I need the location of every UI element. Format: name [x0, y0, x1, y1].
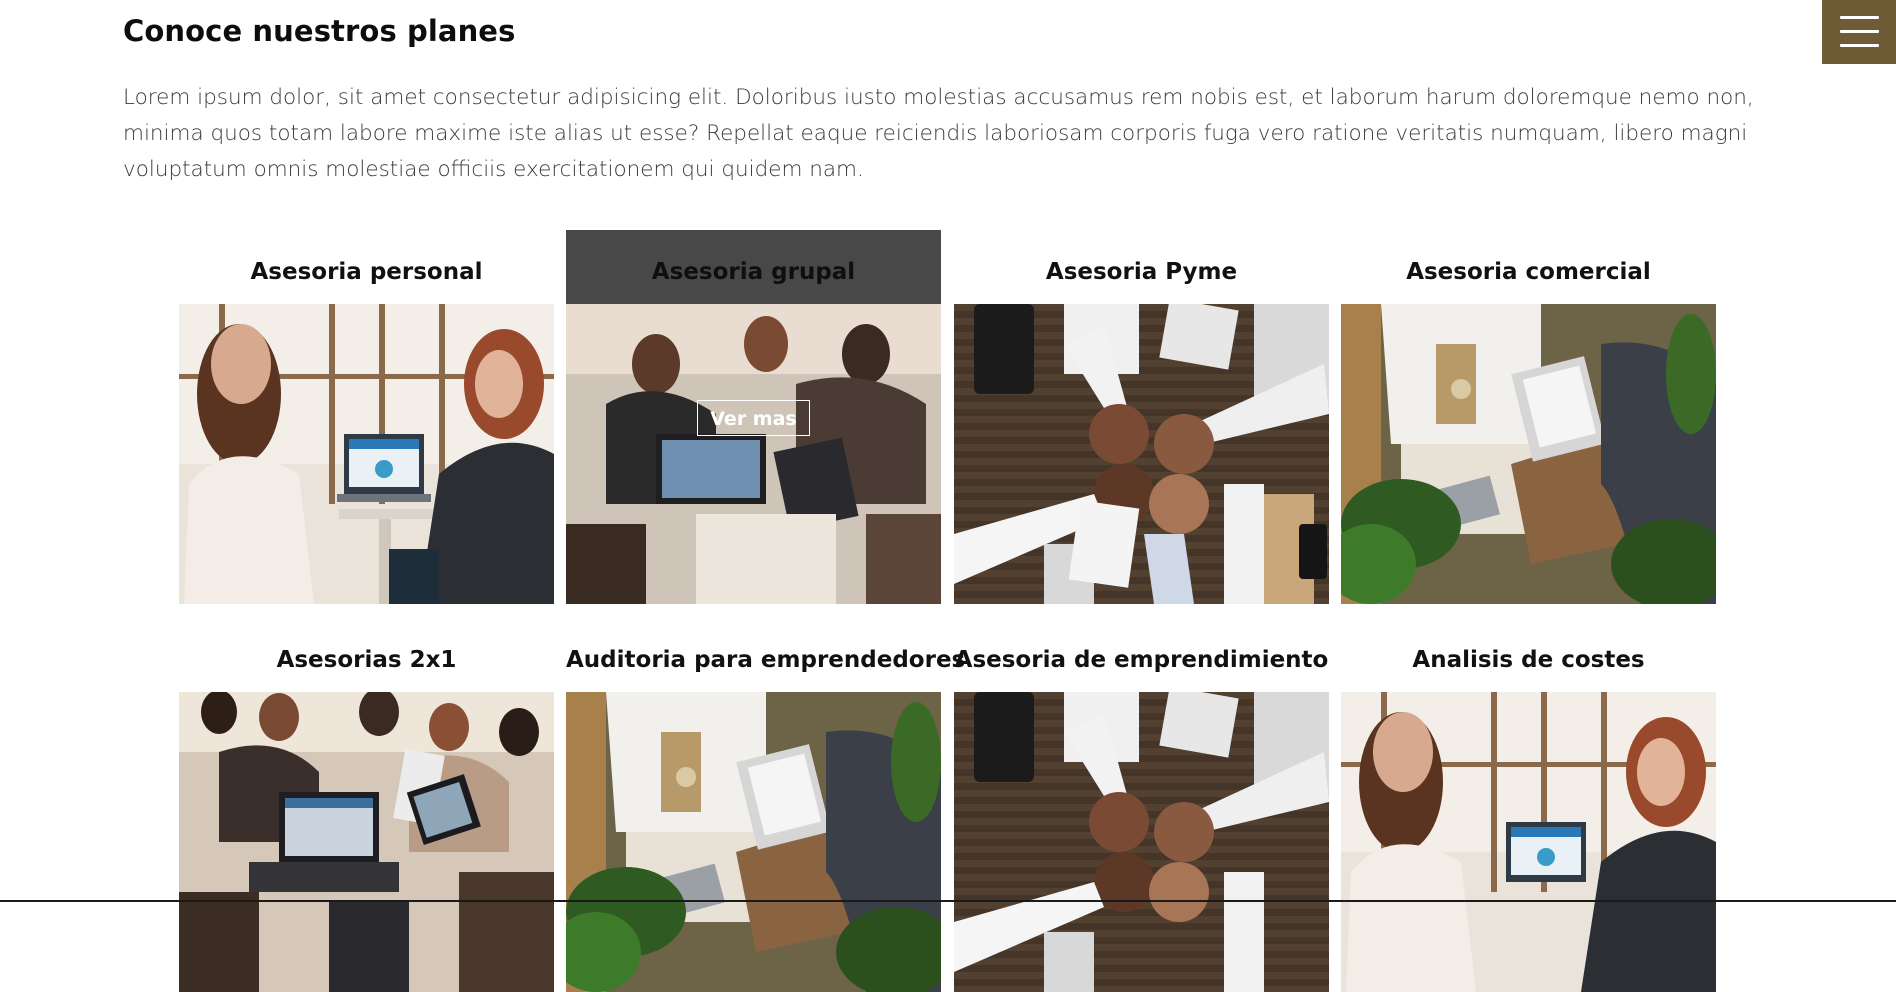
plan-title: Asesoria de emprendimiento: [954, 647, 1329, 673]
menu-button[interactable]: [1822, 0, 1896, 64]
plan-card[interactable]: Asesoria comercial: [1341, 230, 1716, 604]
two-women-laptop-photo: [1341, 692, 1716, 992]
group-laptops-photo: [566, 304, 941, 604]
plan-title: Analisis de costes: [1412, 647, 1645, 673]
plan-title: Asesoria comercial: [1406, 259, 1651, 285]
section-intro: Lorem ipsum dolor, sit amet consectetur …: [123, 85, 1754, 182]
fist-bump-desk-photo: [954, 304, 1329, 604]
plan-card[interactable]: Analisis de costes: [1341, 618, 1716, 992]
plan-card[interactable]: Asesoria Pyme: [954, 230, 1329, 604]
section-title: Conoce nuestros planes: [123, 14, 516, 48]
plan-card[interactable]: Auditoria para emprendedores: [566, 618, 966, 992]
plan-title: Asesoria personal: [250, 259, 483, 285]
plan-card[interactable]: Asesoria personal: [179, 230, 554, 604]
plan-card[interactable]: Asesoria grupal Ver mas: [566, 230, 941, 604]
plan-title: Asesoria Pyme: [1045, 259, 1238, 285]
plan-card[interactable]: Asesoria de emprendimiento: [954, 618, 1329, 992]
two-women-laptop-photo: [179, 304, 554, 604]
meeting-laptop-plants-photo: [566, 692, 941, 992]
plan-title: Auditoria para emprendedores: [566, 647, 966, 673]
ver-mas-button[interactable]: Ver mas: [697, 400, 810, 436]
plan-title: Asesoria grupal: [651, 259, 856, 285]
meeting-laptop-plants-photo: [1341, 304, 1716, 604]
plan-card[interactable]: Asesorias 2x1: [179, 618, 554, 992]
group-laptops-photo: [179, 692, 554, 992]
plan-title: Asesorias 2x1: [276, 647, 457, 673]
fist-bump-desk-photo: [954, 692, 1329, 992]
